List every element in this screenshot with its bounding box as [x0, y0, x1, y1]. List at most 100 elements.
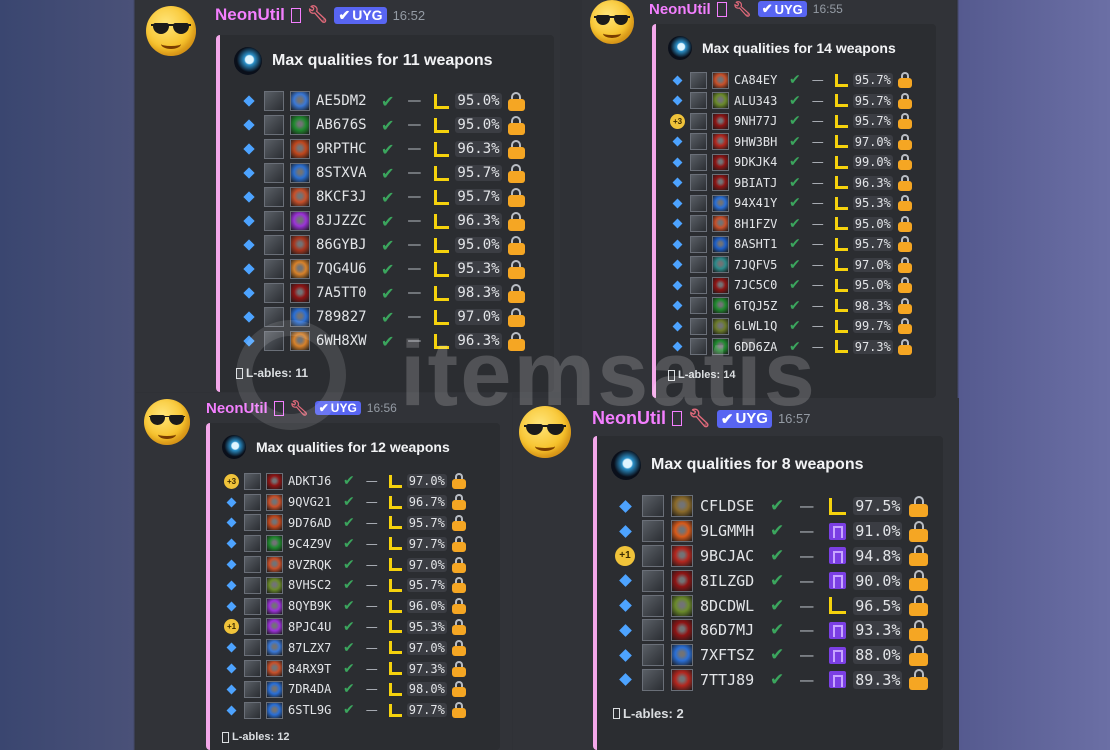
weapon-code[interactable]: 84RX9T: [288, 662, 338, 676]
weapon-code[interactable]: 6STL9G: [288, 703, 338, 717]
weapon-code[interactable]: CFLDSE: [700, 497, 763, 515]
lock-icon[interactable]: [507, 331, 525, 351]
lock-icon[interactable]: [451, 577, 466, 594]
lock-icon[interactable]: [897, 174, 912, 191]
weapon-code[interactable]: 8VHSC2: [288, 578, 338, 592]
weapon-code[interactable]: AE5DM2: [316, 93, 375, 109]
lock-icon[interactable]: [897, 113, 912, 130]
lock-icon[interactable]: [909, 669, 929, 691]
weapon-code[interactable]: 8H1FZV: [734, 217, 784, 231]
weapon-code[interactable]: 6DD6ZA: [734, 340, 784, 354]
weapon-code[interactable]: 86GYBJ: [316, 237, 375, 253]
lock-icon[interactable]: [897, 318, 912, 335]
sunglasses-emoji-avatar[interactable]: [144, 399, 190, 445]
lock-icon[interactable]: [897, 154, 912, 171]
weapon-code[interactable]: 7TTJ89: [700, 671, 763, 689]
weapon-code[interactable]: 8PJC4U: [288, 620, 338, 634]
weapon-code[interactable]: 8ILZGD: [700, 572, 763, 590]
username[interactable]: NeonUtil: [592, 408, 666, 429]
lock-icon[interactable]: [909, 495, 929, 517]
weapon-code[interactable]: 9NH77J: [734, 114, 784, 128]
weapon-code[interactable]: 9LGMMH: [700, 522, 763, 540]
lock-icon[interactable]: [909, 545, 929, 567]
lock-icon[interactable]: [451, 473, 466, 490]
sunglasses-emoji-avatar[interactable]: [519, 406, 571, 458]
weapon-code[interactable]: 8KCF3J: [316, 189, 375, 205]
sunglasses-emoji-avatar[interactable]: [146, 6, 196, 56]
lock-icon[interactable]: [451, 618, 466, 635]
lock-icon[interactable]: [451, 639, 466, 656]
lock-icon[interactable]: [897, 215, 912, 232]
lock-icon[interactable]: [451, 681, 466, 698]
lock-icon[interactable]: [897, 133, 912, 150]
weapon-code[interactable]: 6LWL1Q: [734, 319, 784, 333]
weapon-code[interactable]: AB676S: [316, 117, 375, 133]
lock-icon[interactable]: [897, 338, 912, 355]
lock-icon[interactable]: [451, 702, 466, 719]
weapon-code[interactable]: 7XFTSZ: [700, 646, 763, 664]
weapon-code[interactable]: 94X41Y: [734, 196, 784, 210]
weapon-code[interactable]: 7QG4U6: [316, 261, 375, 277]
lock-icon[interactable]: [897, 195, 912, 212]
weapon-code[interactable]: 8JJZZC: [316, 213, 375, 229]
weapon-code[interactable]: 9BIATJ: [734, 176, 784, 190]
weapon-code[interactable]: 7A5TT0: [316, 285, 375, 301]
lock-icon[interactable]: [507, 235, 525, 255]
lock-icon[interactable]: [507, 91, 525, 111]
weapon-code[interactable]: 7DR4DA: [288, 682, 338, 696]
lock-icon[interactable]: [897, 297, 912, 314]
weapon-code[interactable]: 9C4Z9V: [288, 537, 338, 551]
weapon-code[interactable]: 8VZRQK: [288, 558, 338, 572]
lock-icon[interactable]: [909, 595, 929, 617]
lock-icon[interactable]: [507, 307, 525, 327]
timestamp[interactable]: 16:52: [393, 8, 426, 23]
lock-icon[interactable]: [507, 163, 525, 183]
weapon-code[interactable]: ALU343: [734, 94, 784, 108]
weapon-code[interactable]: 7JC5C0: [734, 278, 784, 292]
lock-icon[interactable]: [451, 598, 466, 615]
timestamp[interactable]: 16:55: [813, 2, 843, 16]
weapon-code[interactable]: 9BCJAC: [700, 547, 763, 565]
lock-icon[interactable]: [909, 520, 929, 542]
lock-icon[interactable]: [507, 115, 525, 135]
lock-icon[interactable]: [451, 514, 466, 531]
lock-icon[interactable]: [897, 72, 912, 89]
lock-icon[interactable]: [897, 256, 912, 273]
lock-icon[interactable]: [507, 187, 525, 207]
sunglasses-emoji-avatar[interactable]: [590, 0, 634, 44]
weapon-code[interactable]: 8DCDWL: [700, 597, 763, 615]
weapon-code[interactable]: 6TQJ5Z: [734, 299, 784, 313]
lock-icon[interactable]: [909, 570, 929, 592]
weapon-code[interactable]: CA84EY: [734, 73, 784, 87]
weapon-code[interactable]: 9DKJK4: [734, 155, 784, 169]
weapon-code[interactable]: 9QVG21: [288, 495, 338, 509]
weapon-code[interactable]: 8QYB9K: [288, 599, 338, 613]
lock-icon[interactable]: [507, 259, 525, 279]
weapon-code[interactable]: 86D7MJ: [700, 621, 763, 639]
lock-icon[interactable]: [909, 619, 929, 641]
lock-icon[interactable]: [909, 644, 929, 666]
lock-icon[interactable]: [897, 236, 912, 253]
lock-icon[interactable]: [451, 556, 466, 573]
weapon-code[interactable]: ADKTJ6: [288, 474, 338, 488]
lock-icon[interactable]: [451, 535, 466, 552]
lock-icon[interactable]: [451, 494, 466, 511]
lock-icon[interactable]: [451, 660, 466, 677]
weapon-code[interactable]: 9HW3BH: [734, 135, 784, 149]
lock-icon[interactable]: [507, 211, 525, 231]
weapon-code[interactable]: 8STXVA: [316, 165, 375, 181]
lock-icon[interactable]: [507, 283, 525, 303]
weapon-code[interactable]: 8ASHT1: [734, 237, 784, 251]
weapon-code[interactable]: 7JQFV5: [734, 258, 784, 272]
timestamp[interactable]: 16:57: [778, 411, 811, 426]
weapon-code[interactable]: 789827: [316, 309, 375, 325]
weapon-code[interactable]: 87LZX7: [288, 641, 338, 655]
timestamp[interactable]: 16:56: [367, 401, 397, 415]
username[interactable]: NeonUtil: [649, 1, 711, 18]
lock-icon[interactable]: [897, 92, 912, 109]
weapon-code[interactable]: 9D76AD: [288, 516, 338, 530]
lock-icon[interactable]: [507, 139, 525, 159]
username[interactable]: NeonUtil: [215, 5, 285, 25]
weapon-code[interactable]: 9RPTHC: [316, 141, 375, 157]
lock-icon[interactable]: [897, 277, 912, 294]
